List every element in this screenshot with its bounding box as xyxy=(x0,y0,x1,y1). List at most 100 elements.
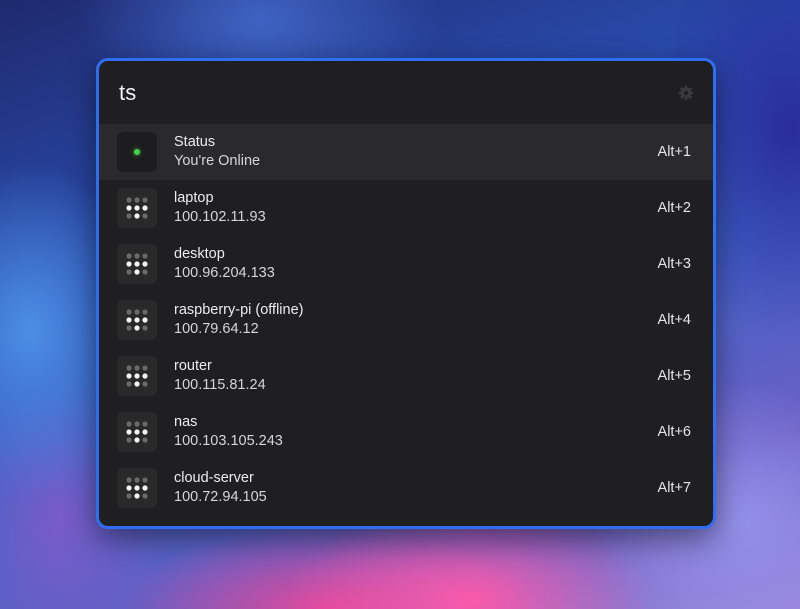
shortcut-label: Alt+3 xyxy=(657,256,691,272)
search-bar[interactable]: ts xyxy=(99,61,713,124)
search-input[interactable]: ts xyxy=(119,80,137,106)
launcher-window: ts Status You're Online Alt+1 laptop 100… xyxy=(96,58,716,529)
grid-dot xyxy=(134,213,140,219)
shortcut-label: Alt+1 xyxy=(657,144,691,160)
grid-dot xyxy=(142,197,148,203)
grid-dot xyxy=(142,213,148,219)
grid-dot xyxy=(126,317,132,323)
grid-dot xyxy=(142,253,148,259)
result-item-status[interactable]: Status You're Online Alt+1 xyxy=(99,124,713,180)
grid-dot xyxy=(126,309,132,315)
grid-dot xyxy=(126,477,132,483)
device-grid-icon xyxy=(126,421,148,443)
grid-dot xyxy=(126,485,132,491)
grid-dot xyxy=(142,373,148,379)
result-subtitle: 100.103.105.243 xyxy=(174,433,283,449)
grid-dot xyxy=(134,197,140,203)
grid-dot xyxy=(134,437,140,443)
grid-dot xyxy=(142,421,148,427)
results-list: Status You're Online Alt+1 laptop 100.10… xyxy=(99,124,713,516)
result-title: laptop xyxy=(174,190,214,206)
result-item-router[interactable]: router 100.115.81.24 Alt+5 xyxy=(99,348,713,404)
shortcut-label: Alt+5 xyxy=(657,368,691,384)
grid-dot xyxy=(134,485,140,491)
grid-dot xyxy=(134,373,140,379)
grid-dot xyxy=(142,437,148,443)
result-item-nas[interactable]: nas 100.103.105.243 Alt+6 xyxy=(99,404,713,460)
result-subtitle: 100.96.204.133 xyxy=(174,265,275,281)
grid-dot xyxy=(142,485,148,491)
gear-icon[interactable] xyxy=(678,85,694,101)
grid-dot xyxy=(126,421,132,427)
result-title: router xyxy=(174,358,212,374)
grid-dot xyxy=(142,205,148,211)
result-subtitle: 100.72.94.105 xyxy=(174,489,267,505)
result-subtitle: 100.79.64.12 xyxy=(174,321,259,337)
shortcut-label: Alt+2 xyxy=(657,200,691,216)
shortcut-label: Alt+7 xyxy=(657,480,691,496)
device-grid-icon xyxy=(126,197,148,219)
grid-dot xyxy=(126,213,132,219)
grid-dot xyxy=(142,269,148,275)
result-title: nas xyxy=(174,414,198,430)
grid-dot xyxy=(134,325,140,331)
device-icon-box xyxy=(117,244,157,284)
grid-dot xyxy=(134,477,140,483)
result-title: raspberry-pi (offline) xyxy=(174,302,304,318)
grid-dot xyxy=(126,429,132,435)
device-icon-box xyxy=(117,188,157,228)
grid-dot xyxy=(134,365,140,371)
grid-dot xyxy=(126,197,132,203)
grid-dot xyxy=(142,429,148,435)
desktop-wallpaper: ts Status You're Online Alt+1 laptop 100… xyxy=(0,0,800,609)
result-item-laptop[interactable]: laptop 100.102.11.93 Alt+2 xyxy=(99,180,713,236)
grid-dot xyxy=(126,437,132,443)
result-item-cloud-server[interactable]: cloud-server 100.72.94.105 Alt+7 xyxy=(99,460,713,516)
device-grid-icon xyxy=(126,365,148,387)
status-dot-icon xyxy=(134,149,140,155)
grid-dot xyxy=(134,269,140,275)
grid-dot xyxy=(142,477,148,483)
result-item-desktop[interactable]: desktop 100.96.204.133 Alt+3 xyxy=(99,236,713,292)
grid-dot xyxy=(142,325,148,331)
grid-dot xyxy=(126,381,132,387)
grid-dot xyxy=(134,429,140,435)
grid-dot xyxy=(126,205,132,211)
grid-dot xyxy=(134,309,140,315)
grid-dot xyxy=(134,317,140,323)
device-grid-icon xyxy=(126,477,148,499)
grid-dot xyxy=(134,253,140,259)
grid-dot xyxy=(126,325,132,331)
result-subtitle: You're Online xyxy=(174,153,261,169)
grid-dot xyxy=(126,493,132,499)
device-icon-box xyxy=(117,300,157,340)
grid-dot xyxy=(142,381,148,387)
grid-dot xyxy=(142,317,148,323)
result-item-raspberry-pi[interactable]: raspberry-pi (offline) 100.79.64.12 Alt+… xyxy=(99,292,713,348)
device-icon-box xyxy=(117,468,157,508)
grid-dot xyxy=(134,421,140,427)
grid-dot xyxy=(126,269,132,275)
grid-dot xyxy=(126,253,132,259)
device-grid-icon xyxy=(126,253,148,275)
device-icon-box xyxy=(117,356,157,396)
result-subtitle: 100.115.81.24 xyxy=(174,377,266,393)
device-icon-box xyxy=(117,412,157,452)
grid-dot xyxy=(142,309,148,315)
result-title: cloud-server xyxy=(174,470,254,486)
grid-dot xyxy=(126,365,132,371)
grid-dot xyxy=(134,381,140,387)
grid-dot xyxy=(126,373,132,379)
grid-dot xyxy=(134,261,140,267)
shortcut-label: Alt+6 xyxy=(657,424,691,440)
result-subtitle: 100.102.11.93 xyxy=(174,209,266,225)
grid-dot xyxy=(142,261,148,267)
grid-dot xyxy=(142,365,148,371)
grid-dot xyxy=(134,205,140,211)
shortcut-label: Alt+4 xyxy=(657,312,691,328)
result-title: desktop xyxy=(174,246,225,262)
device-grid-icon xyxy=(126,309,148,331)
result-title: Status xyxy=(174,134,216,150)
grid-dot xyxy=(134,493,140,499)
grid-dot xyxy=(142,493,148,499)
